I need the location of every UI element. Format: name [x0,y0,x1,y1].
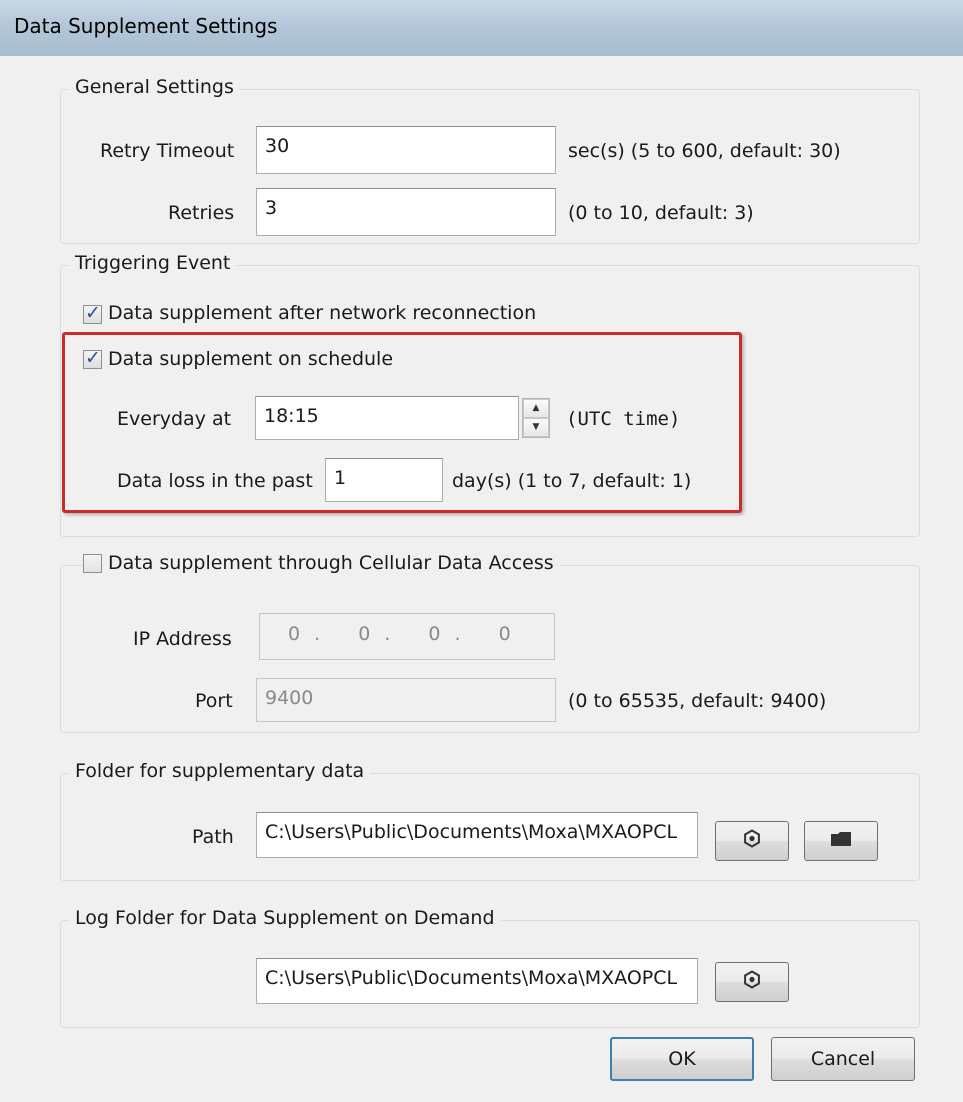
checkmark-icon: ✓ [85,302,101,324]
port-label: Port [195,690,233,712]
ip-address-label: IP Address [133,628,232,650]
cellular-checkbox[interactable] [83,554,102,573]
general-settings-title: General Settings [69,76,240,98]
reconnect-checkbox[interactable]: ✓ [83,302,102,324]
window-title: Data Supplement Settings [14,14,278,38]
title-bar: Data Supplement Settings [0,0,963,56]
gear-icon [743,829,761,853]
supplementary-browse-button[interactable] [804,821,878,861]
ip-dot: . [454,623,461,645]
retries-hint: (0 to 10, default: 3) [568,202,754,224]
folder-icon [830,830,852,852]
ip-dot: . [384,623,391,645]
ip-dot: . [314,623,321,645]
ip-octet-4: 0 [498,623,511,645]
cancel-button[interactable]: Cancel [771,1037,915,1081]
triggering-event-title: Triggering Event [69,252,237,274]
supplementary-folder-title: Folder for supplementary data [69,760,371,782]
log-settings-button[interactable] [715,962,789,1002]
retries-input[interactable]: 3 [256,188,556,236]
highlight-box [62,332,742,513]
log-path-input[interactable]: C:\Users\Public\Documents\Moxa\MXAOPCL [256,958,698,1004]
retry-timeout-label: Retry Timeout [100,140,235,162]
ok-button[interactable]: OK [610,1037,754,1081]
ip-octet-3: 0 [428,623,441,645]
log-folder-title: Log Folder for Data Supplement on Demand [69,907,501,929]
path-label: Path [192,826,234,848]
ip-octet-1: 0 [288,623,301,645]
dialog-body: General Settings Retry Timeout 30 sec(s)… [0,56,963,1102]
supplementary-path-input[interactable]: C:\Users\Public\Documents\Moxa\MXAOPCL [256,812,698,858]
ip-octet-2: 0 [358,623,371,645]
reconnect-label[interactable]: Data supplement after network reconnecti… [108,302,536,324]
retries-label: Retries [168,202,235,224]
retry-timeout-input[interactable]: 30 [256,126,556,174]
retry-timeout-hint: sec(s) (5 to 600, default: 30) [568,140,841,162]
supplementary-settings-button[interactable] [715,821,789,861]
gear-icon [743,970,761,994]
ip-address-input[interactable]: 0 . 0 . 0 . 0 [259,613,555,660]
cellular-label[interactable]: Data supplement through Cellular Data Ac… [104,552,560,574]
port-hint: (0 to 65535, default: 9400) [568,690,827,712]
port-input[interactable]: 9400 [256,678,556,722]
